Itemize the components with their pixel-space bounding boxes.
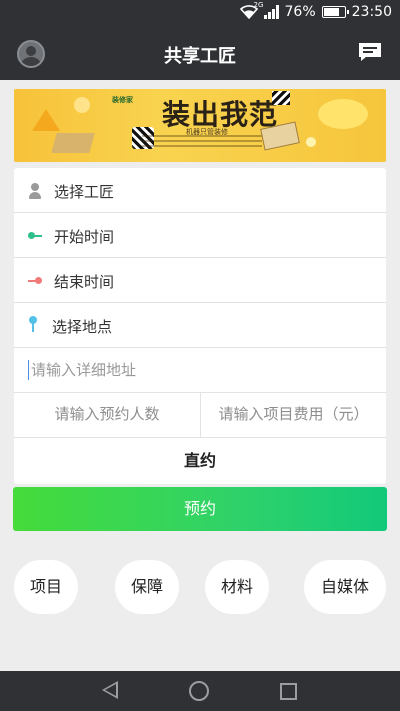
battery-level bbox=[323, 8, 339, 16]
recent-square-icon[interactable] bbox=[280, 683, 297, 700]
select-location-row[interactable]: 选择地点 bbox=[14, 303, 386, 348]
end-time-row[interactable]: 结束时间 bbox=[14, 258, 386, 303]
book-button[interactable]: 预约 bbox=[13, 487, 387, 531]
signal-icon: 2G bbox=[254, 1, 279, 19]
quick-link-materials[interactable]: 材料 bbox=[205, 560, 269, 614]
quick-link-guarantee[interactable]: 保障 bbox=[115, 560, 179, 614]
promo-banner[interactable]: 装修家 装出我范 机器只管装修 bbox=[14, 89, 386, 162]
quick-link-self-media[interactable]: 自媒体 bbox=[304, 560, 386, 614]
booking-form: 选择工匠 开始时间 结束时间 选择地点 直约 bbox=[14, 168, 386, 484]
battery-icon bbox=[321, 6, 349, 18]
direct-book-button[interactable]: 直约 bbox=[14, 438, 386, 484]
location-pin-icon bbox=[29, 316, 37, 334]
clock: 23:50 bbox=[351, 4, 392, 20]
battery-percent: 76% bbox=[284, 4, 316, 20]
app-header: 共享工匠 bbox=[0, 28, 400, 80]
network-type: 2G bbox=[253, 1, 264, 9]
end-time-icon bbox=[28, 277, 42, 284]
message-icon[interactable] bbox=[358, 42, 382, 62]
back-triangle-icon[interactable] bbox=[102, 681, 118, 699]
select-worker-label: 选择工匠 bbox=[54, 183, 115, 201]
status-bar: 2G 76% 23:50 bbox=[0, 0, 400, 28]
system-nav-bar bbox=[0, 671, 400, 711]
address-row bbox=[14, 348, 386, 393]
select-location-label: 选择地点 bbox=[52, 318, 113, 336]
start-time-row[interactable]: 开始时间 bbox=[14, 213, 386, 258]
banner-logo: 装修家 bbox=[112, 96, 133, 104]
people-fee-row bbox=[14, 393, 386, 438]
project-fee-input[interactable] bbox=[201, 405, 386, 423]
start-time-label: 开始时间 bbox=[54, 228, 115, 246]
page-title: 共享工匠 bbox=[164, 46, 236, 67]
quick-link-projects[interactable]: 项目 bbox=[14, 560, 78, 614]
home-circle-icon[interactable] bbox=[189, 681, 209, 701]
end-time-label: 结束时间 bbox=[54, 273, 115, 291]
address-input[interactable] bbox=[28, 360, 368, 380]
select-worker-row[interactable]: 选择工匠 bbox=[14, 168, 386, 213]
quick-links: 项目 保障 材料 自媒体 bbox=[0, 560, 400, 616]
people-count-input[interactable] bbox=[14, 405, 200, 423]
person-icon bbox=[28, 183, 42, 199]
start-time-icon bbox=[28, 232, 42, 239]
